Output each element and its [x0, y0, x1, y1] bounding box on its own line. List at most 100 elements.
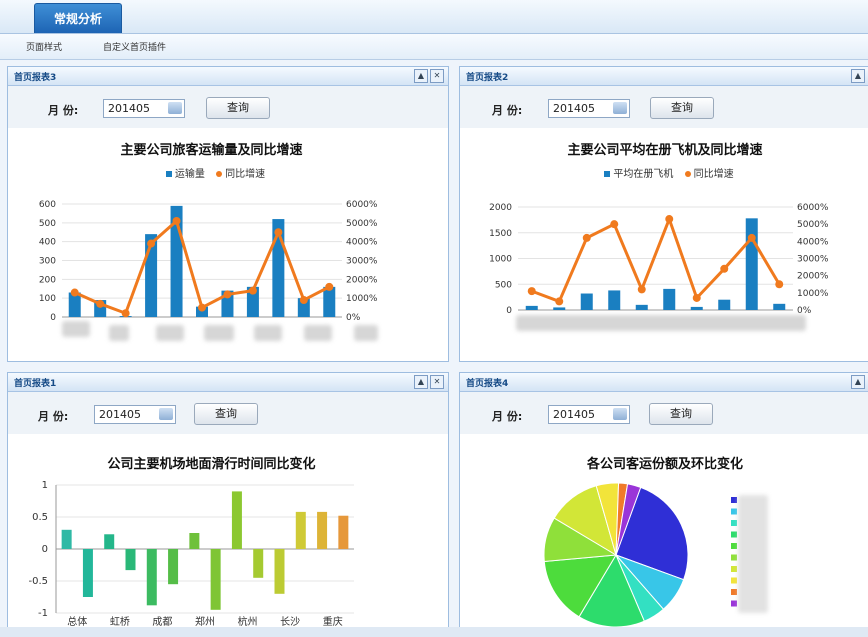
bar — [189, 533, 200, 549]
bar — [274, 549, 285, 594]
close-icon[interactable]: ✕ — [430, 375, 444, 389]
y-tick-label: 0 — [50, 313, 56, 323]
redacted-x-label — [62, 321, 90, 337]
month-label: 月 份: — [492, 104, 523, 117]
legend-swatch — [731, 520, 737, 526]
chart-transport: 主要公司旅客运输量及同比增速 运输量 同比增速 600 500 400 300 200 1… — [14, 129, 409, 351]
bar — [608, 290, 621, 310]
month-label: 月 份: — [38, 410, 69, 423]
bar — [253, 549, 264, 578]
query-button[interactable]: 查询 — [206, 97, 270, 119]
chart-svg — [543, 482, 737, 627]
line-point — [610, 220, 619, 229]
panel-header: 首页报表4 ▲ — [460, 373, 868, 392]
line-point — [747, 233, 756, 242]
y-tick-label: 400 — [39, 238, 56, 248]
query-bar: 月 份: 201405 查询 — [8, 86, 448, 128]
legend-swatch — [731, 531, 737, 538]
collapse-icon[interactable]: ▲ — [851, 69, 865, 83]
x-tick-label: 成都 — [152, 616, 172, 627]
y2-tick-label: 4000% — [346, 238, 378, 248]
legend-swatch — [731, 554, 737, 561]
line-point — [248, 286, 257, 295]
status-bar — [0, 627, 868, 637]
legend-swatch — [731, 589, 737, 595]
bar — [146, 549, 157, 606]
line-point — [325, 282, 334, 291]
calendar-icon[interactable] — [613, 102, 627, 114]
bar — [61, 529, 72, 549]
line-point — [147, 239, 156, 248]
tab-regular-analysis[interactable]: 常规分析 — [34, 3, 122, 33]
chart-svg: 1 0.5 0 -0.5 -1 总体 虹桥 成都 郑州 杭州 长沙 重庆 — [28, 480, 354, 627]
collapse-icon[interactable]: ▲ — [414, 69, 428, 83]
line-point — [527, 287, 536, 296]
y2-tick-label: 1000% — [346, 294, 378, 304]
line-point — [96, 299, 105, 308]
redacted-legend — [738, 495, 768, 613]
bar — [773, 303, 786, 310]
calendar-icon[interactable] — [168, 102, 182, 114]
top-tab-bar: 常规分析 — [0, 0, 868, 34]
redacted-x-label — [156, 325, 184, 341]
redacted-x-label — [254, 325, 282, 341]
line-point — [223, 290, 232, 299]
y2-tick-label: 4000% — [797, 237, 829, 247]
month-input[interactable]: 201405 — [548, 405, 630, 424]
month-input[interactable]: 201405 — [103, 99, 185, 118]
y-tick-label: 500 — [495, 280, 512, 290]
month-input[interactable]: 201405 — [94, 405, 176, 424]
panel-title: 首页报表4 — [466, 379, 509, 389]
line-point — [299, 296, 308, 305]
panel-report-1: 首页报表1 ▲ ✕ 月 份: 201405 查询 公司主要机场地面滑行时间同比变化… — [7, 372, 449, 630]
panel-title: 首页报表1 — [14, 379, 57, 389]
line-point — [274, 228, 283, 237]
x-tick-label: 长沙 — [280, 616, 300, 627]
query-bar: 月 份: 201405 查询 — [460, 86, 868, 128]
calendar-icon[interactable] — [159, 408, 173, 420]
y-tick-label: 0.5 — [32, 512, 48, 523]
legend-swatch — [731, 566, 737, 572]
bar — [82, 549, 93, 597]
month-label: 月 份: — [48, 104, 79, 117]
redacted-x-label — [354, 325, 378, 341]
line-point — [198, 303, 206, 312]
line-point — [70, 288, 79, 297]
custom-widgets-link[interactable]: 自定义首页插件 — [103, 40, 166, 53]
y2-tick-label: 6000% — [346, 200, 378, 210]
panel-title: 首页报表3 — [14, 73, 57, 83]
x-tick-label: 总体 — [67, 615, 87, 627]
query-button[interactable]: 查询 — [650, 97, 714, 119]
y2-tick-label: 0% — [346, 313, 361, 323]
query-button[interactable]: 查询 — [649, 403, 713, 425]
legend-swatch — [731, 543, 737, 549]
bar — [718, 299, 731, 310]
panel-report-4: 首页报表4 ▲ 月 份: 201405 查询 各公司客运份额及环比变化 — [459, 372, 868, 630]
bar — [745, 218, 758, 310]
page-style-link[interactable]: 页面样式 — [26, 40, 62, 53]
bar — [553, 307, 566, 310]
y-tick-label: 1 — [42, 480, 48, 491]
collapse-icon[interactable]: ▲ — [414, 375, 428, 389]
bar — [168, 549, 179, 585]
bar — [317, 511, 328, 549]
legend-swatch — [731, 508, 737, 515]
bar — [338, 515, 349, 549]
redacted-x-labels — [516, 315, 806, 331]
y-tick-label: 500 — [39, 219, 56, 229]
y2-tick-label: 3000% — [797, 255, 829, 265]
collapse-icon[interactable]: ▲ — [851, 375, 865, 389]
y-tick-label: 1500 — [489, 229, 512, 239]
month-input[interactable]: 201405 — [548, 99, 630, 118]
y-tick-label: -1 — [38, 608, 48, 619]
redacted-x-label — [109, 325, 129, 341]
close-icon[interactable]: ✕ — [430, 69, 444, 83]
bar — [525, 305, 538, 310]
legend-swatch — [731, 497, 737, 503]
query-button[interactable]: 查询 — [194, 403, 258, 425]
bar — [580, 293, 593, 310]
calendar-icon[interactable] — [613, 408, 627, 420]
panel-header: 首页报表2 ▲ — [460, 67, 868, 86]
panel-header: 首页报表3 ▲ ✕ — [8, 67, 448, 86]
bar — [104, 534, 115, 549]
